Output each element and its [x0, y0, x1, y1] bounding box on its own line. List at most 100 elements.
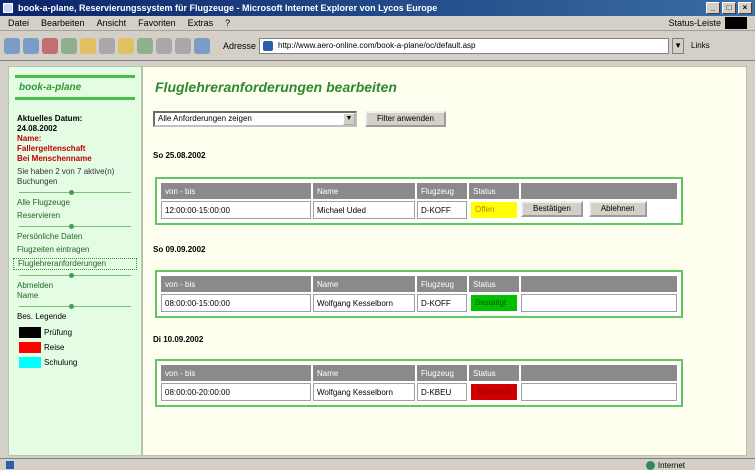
column-header-name: Name — [313, 276, 415, 292]
cell-name: Wolfgang Kesselborn — [313, 294, 415, 312]
legend-swatch — [19, 342, 41, 353]
address-value: http://www.aero-online.com/book-a-plane/… — [278, 40, 476, 50]
forward-icon[interactable] — [23, 37, 39, 54]
cell-actions — [521, 294, 677, 312]
column-header-status: Status — [469, 183, 519, 199]
column-header-time: von - bis — [161, 365, 311, 381]
column-header-status: Status — [469, 276, 519, 292]
legend-item: Schulung — [9, 355, 141, 370]
day-table: von - bis Name Flugzeug Status 08:00:00-… — [155, 270, 683, 318]
legend-swatch — [19, 357, 41, 368]
cell-time: 08:00:00-20:00:00 — [161, 383, 311, 401]
status-badge: Abgelehnt — [471, 384, 517, 400]
mail-icon[interactable] — [156, 37, 172, 54]
window-titlebar[interactable]: book-a-plane, Reservierungssystem für Fl… — [0, 0, 755, 16]
column-header-time: von - bis — [161, 183, 311, 199]
window-title: book-a-plane, Reservierungssystem für Fl… — [18, 3, 438, 13]
cell-status: Abgelehnt — [469, 383, 519, 401]
nav-separator — [19, 273, 131, 278]
logo[interactable]: book-a-plane — [9, 78, 141, 97]
cell-status: Offen — [469, 201, 519, 219]
nav-link-logout[interactable]: Abmelden — [9, 281, 141, 291]
status-bar-label[interactable]: Status-Leiste — [668, 18, 721, 28]
menu-right: Status-Leiste — [668, 17, 747, 29]
column-header-actions — [521, 183, 677, 199]
legend-item: Reise — [9, 340, 141, 355]
nav-separator — [19, 304, 131, 309]
column-header-aircraft: Flugzeug — [417, 365, 467, 381]
status-bar: Internet — [0, 458, 755, 470]
day-heading: Di 10.09.2002 — [153, 335, 204, 344]
nav-link-personal-data[interactable]: Persönliche Daten — [9, 232, 141, 242]
cell-aircraft: D-KOFF — [417, 294, 467, 312]
confirm-button[interactable]: Bestätigen — [521, 201, 583, 217]
address-dropdown-icon[interactable]: ▼ — [672, 37, 685, 54]
page-title: Fluglehreranforderungen bearbeiten — [155, 79, 397, 95]
menu-tools[interactable]: Extras — [188, 18, 214, 28]
menu-favorites[interactable]: Favoriten — [138, 18, 176, 28]
column-header-name: Name — [313, 183, 415, 199]
globe-icon — [645, 460, 655, 470]
requests-info: Sie haben 2 von 7 aktive(n) Buchungen — [17, 167, 115, 186]
menu-help[interactable]: ? — [225, 18, 230, 28]
minimize-button[interactable]: _ — [706, 2, 720, 14]
navigation-frame: book-a-plane Aktuelles Datum: 24.08.2002… — [8, 66, 142, 456]
apply-filter-button[interactable]: Filter anwenden — [365, 111, 446, 127]
page-icon — [263, 40, 274, 51]
content-frame: Fluglehreranforderungen bearbeiten Alle … — [142, 66, 747, 456]
menu-file[interactable]: Datei — [8, 18, 29, 28]
name-value: Fallergeltenschaft — [17, 144, 86, 153]
column-header-status: Status — [469, 365, 519, 381]
nav-link-reserve[interactable]: Reservieren — [9, 211, 141, 221]
day-heading: So 09.09.2002 — [153, 245, 206, 254]
nav-separator — [19, 190, 131, 195]
cell-name: Michael Uded — [313, 201, 415, 219]
name-label: Name: — [17, 134, 42, 143]
column-header-actions — [521, 365, 677, 381]
nav-link-aircraft[interactable]: Alle Flugzeuge — [9, 198, 141, 208]
table-row: 12:00:00-15:00:00 Michael Uded D-KOFF Of… — [161, 201, 677, 219]
status-badge: Offen — [471, 202, 517, 218]
cell-name: Wolfgang Kesselborn — [313, 383, 415, 401]
reject-button[interactable]: Ablehnen — [588, 201, 647, 217]
zone-label: Internet — [657, 460, 685, 470]
home-icon[interactable] — [80, 37, 96, 54]
nav-link-flight-times[interactable]: Flugzeiten eintragen — [9, 245, 141, 255]
cell-aircraft: D-KBEU — [417, 383, 467, 401]
close-button[interactable]: × — [738, 2, 752, 14]
nav-link-name[interactable]: Name — [9, 291, 141, 301]
search-icon[interactable] — [99, 37, 115, 54]
cell-status: Bestätigt — [469, 294, 519, 312]
request-filter-select[interactable]: Alle Anforderungen zeigen ▼ — [153, 111, 357, 127]
stop-icon[interactable] — [42, 37, 58, 54]
links-button[interactable]: Links — [691, 41, 710, 50]
table-row: 08:00:00-15:00:00 Wolfgang Kesselborn D-… — [161, 294, 677, 312]
cell-time: 12:00:00-15:00:00 — [161, 201, 311, 219]
back-icon[interactable] — [4, 37, 20, 54]
refresh-icon[interactable] — [61, 37, 77, 54]
edit-icon[interactable] — [194, 37, 210, 54]
current-date-label: Aktuelles Datum: — [17, 114, 83, 123]
column-header-time: von - bis — [161, 276, 311, 292]
toolbar: Adresse http://www.aero-online.com/book-… — [0, 31, 755, 61]
chevron-down-icon[interactable]: ▼ — [343, 113, 355, 125]
column-header-name: Name — [313, 365, 415, 381]
address-input[interactable]: http://www.aero-online.com/book-a-plane/… — [259, 37, 670, 54]
print-icon[interactable] — [175, 37, 191, 54]
status-badge: Bestätigt — [471, 295, 517, 311]
security-zone: Internet — [645, 460, 685, 470]
history-icon[interactable] — [137, 37, 153, 54]
favorites-icon[interactable] — [118, 37, 134, 54]
cell-actions: Bestätigen Ablehnen — [521, 201, 677, 219]
maximize-button[interactable]: □ — [722, 2, 736, 14]
column-header-aircraft: Flugzeug — [417, 276, 467, 292]
nav-link-instructor-requests[interactable]: Fluglehreranforderungen — [13, 258, 137, 270]
filter-row: Alle Anforderungen zeigen ▼ Filter anwen… — [153, 111, 446, 127]
nav-separator — [19, 224, 131, 229]
role-label: Bei Menschenname — [17, 154, 92, 163]
cell-aircraft: D-KOFF — [417, 201, 467, 219]
ie-icon — [3, 3, 13, 13]
menu-edit[interactable]: Bearbeiten — [41, 18, 85, 28]
menu-view[interactable]: Ansicht — [97, 18, 127, 28]
legend-title: Bes. Legende — [17, 312, 67, 321]
